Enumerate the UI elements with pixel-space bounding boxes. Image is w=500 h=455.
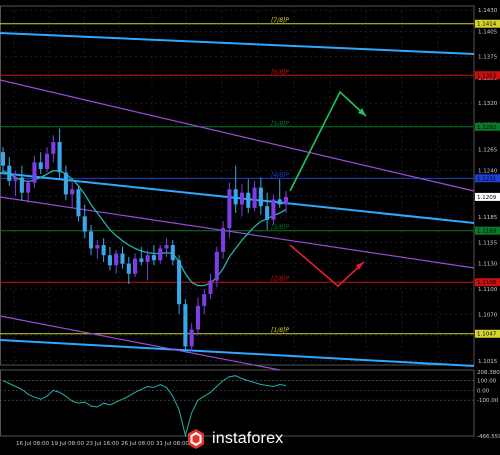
- candle-body: [252, 187, 257, 208]
- y-tick-label: 1.1130: [478, 262, 498, 268]
- trend-line: [0, 79, 475, 192]
- cci-tick-label: 208.3807: [477, 370, 500, 376]
- murrey-price-tag-text: 1.1292: [477, 125, 496, 131]
- candle-body: [26, 182, 31, 193]
- y-tick-label: 1.1015: [478, 359, 498, 365]
- x-tick-label: 16 Jul 08:00: [16, 441, 49, 447]
- murrey-label: [3/8]P: [271, 224, 289, 231]
- instaforex-logo-icon: [188, 429, 204, 449]
- candle-body: [44, 153, 50, 170]
- murrey-price-tag-text: 1.1108: [477, 280, 497, 286]
- candle-body: [19, 177, 24, 193]
- murrey-label: [4/8]P: [271, 172, 289, 179]
- candle-body: [151, 255, 156, 261]
- candle-body: [258, 187, 263, 207]
- cci-tick-label: 100.00: [477, 379, 497, 385]
- cci-tick-label: 0.00: [477, 388, 490, 394]
- y-tick-label: 1.1155: [478, 241, 498, 247]
- candle-body: [57, 141, 62, 173]
- x-tick-label: 19 Jul 08:00: [51, 441, 84, 447]
- x-tick-label: 23 Jul 16:00: [86, 441, 119, 447]
- candle-body: [0, 152, 6, 166]
- cci-grid: [0, 380, 474, 401]
- candle-body: [101, 245, 106, 256]
- candles: [0, 128, 289, 353]
- candle-body: [221, 228, 226, 252]
- candle-body: [120, 253, 125, 264]
- y-tick-label: 1.1185: [478, 215, 498, 221]
- candle-body: [145, 255, 150, 262]
- logo-text: instaforex: [212, 430, 284, 447]
- y-tick-label: 1.1320: [478, 101, 498, 107]
- candle-body: [95, 245, 100, 249]
- candle-body: [51, 141, 56, 154]
- candle-body: [89, 231, 94, 249]
- candle-body: [7, 165, 12, 181]
- y-tick-label: 1.1240: [478, 169, 498, 175]
- cci-tick-label: -466.5598: [477, 434, 500, 440]
- murrey-price-tag-text: 1.1353: [477, 73, 497, 79]
- candle-body: [158, 248, 163, 261]
- candle-body: [133, 258, 138, 274]
- candle-body: [195, 305, 200, 330]
- murrey-label: [7/8]P: [271, 17, 289, 24]
- candle-body: [63, 172, 68, 195]
- candle-body: [82, 216, 87, 232]
- x-axis: 16 Jul 08:00 19 Jul 08:00 23 Jul 16:00 26 J…: [16, 441, 189, 447]
- cci-tick-label: -100.00: [477, 398, 499, 404]
- candle-body: [13, 177, 18, 181]
- price-panel-frame: [0, 5, 475, 366]
- trend-line: [0, 196, 475, 269]
- x-tick-label: 26 Jul 08:00: [121, 441, 154, 447]
- y-tick-label: 1.1265: [478, 148, 498, 154]
- y-tick-label: 1.1405: [478, 29, 498, 35]
- candle-body: [227, 189, 232, 229]
- murrey-label: [5/8]P: [271, 120, 289, 127]
- candle-body: [38, 162, 43, 170]
- y-tick-label: 1.1070: [478, 312, 498, 318]
- grid: [0, 5, 475, 437]
- murrey-price-tag-text: 1.1414: [477, 22, 497, 28]
- candle-body: [189, 329, 194, 347]
- candle-body: [32, 162, 37, 183]
- candle-body: [277, 199, 282, 205]
- forecast-arrows: [289, 90, 367, 288]
- bullish-forecast-arrow: [289, 90, 367, 192]
- murrey-levels: [7/8]P [6/8]P [5/8]P [4/8]P [3/8]P [2/8]P [1/8…: [0, 17, 474, 335]
- murrey-label: [2/8]P: [271, 276, 289, 283]
- candle-body: [202, 294, 207, 306]
- candle-body: [139, 258, 144, 262]
- candle-body: [76, 189, 81, 217]
- murrey-price-tag-text: 1.1231: [477, 176, 496, 182]
- candle-body: [271, 199, 276, 220]
- murrey-price-tag-text: 1.1047: [477, 332, 497, 338]
- candle-body: [265, 206, 270, 220]
- candle-body: [170, 245, 175, 261]
- candle-body: [233, 189, 238, 205]
- candle-body: [214, 251, 219, 281]
- candle-body: [283, 196, 289, 205]
- candle-body: [177, 260, 182, 305]
- bearish-forecast-arrow: [289, 244, 365, 288]
- candle-body: [114, 253, 119, 266]
- candle-body: [246, 192, 251, 208]
- trend-line: [0, 32, 475, 55]
- candle-body: [239, 192, 245, 205]
- candle-body: [208, 280, 213, 295]
- candle-body: [107, 255, 112, 266]
- y-tick-label: 1.1100: [478, 287, 498, 293]
- y-tick-label: 1.1375: [478, 55, 498, 61]
- price-chart: [7/8]P [6/8]P [5/8]P [4/8]P [3/8]P [2/8]P [1/8…: [0, 5, 500, 447]
- murrey-label: [1/8]P: [271, 327, 289, 334]
- candle-body: [70, 189, 75, 195]
- candle-body: [183, 304, 188, 347]
- current-price-tag-text: 1.1209: [477, 195, 497, 201]
- y-tick-label: 1.1430: [478, 8, 498, 14]
- instaforex-logo: instaforex: [185, 425, 315, 453]
- murrey-label: [6/8]P: [271, 69, 289, 76]
- candle-body: [126, 263, 131, 274]
- candle-body: [164, 245, 169, 249]
- murrey-price-tag-text: 1.1169: [477, 229, 497, 235]
